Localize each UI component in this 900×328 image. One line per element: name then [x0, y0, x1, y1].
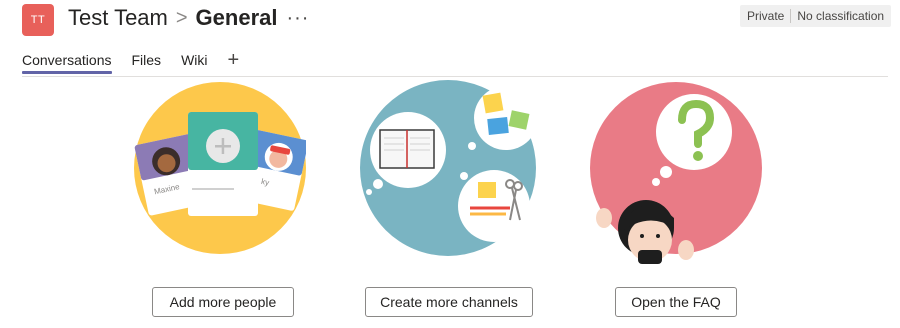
- team-name[interactable]: Test Team: [68, 5, 168, 31]
- badge-divider: [790, 9, 792, 23]
- create-more-channels-button[interactable]: Create more channels: [365, 287, 533, 317]
- sticky-pad-icon: [478, 182, 496, 198]
- add-people-illustration: Maxine ky: [134, 82, 306, 254]
- channel-name: General: [195, 5, 278, 30]
- tab-conversations[interactable]: Conversations: [22, 52, 112, 74]
- faq-illustration: [590, 82, 762, 264]
- team-avatar[interactable]: TT: [22, 4, 54, 36]
- channel-header: TT Test Team > General ··· Private No cl…: [0, 0, 900, 42]
- add-more-people-button[interactable]: Add more people: [152, 287, 294, 317]
- classification-label: No classification: [797, 9, 885, 23]
- add-tab-icon[interactable]: +: [228, 50, 240, 70]
- tab-files[interactable]: Files: [132, 52, 162, 74]
- tab-wiki[interactable]: Wiki: [181, 52, 207, 74]
- chevron-right-icon: >: [175, 6, 188, 29]
- channels-illustration: [360, 80, 538, 256]
- privacy-label: Private: [747, 9, 785, 23]
- open-faq-button[interactable]: Open the FAQ: [615, 287, 737, 317]
- sticky-note-icon: [482, 92, 504, 114]
- channel-tabs: Conversations Files Wiki +: [22, 50, 240, 76]
- tabs-divider: [22, 76, 888, 77]
- add-person-card: [188, 112, 258, 216]
- classification-badge[interactable]: Private No classification: [740, 5, 892, 27]
- supplies-bubble: [458, 170, 530, 242]
- breadcrumb: Test Team > General ···: [68, 5, 309, 31]
- more-options-icon[interactable]: ···: [286, 7, 309, 30]
